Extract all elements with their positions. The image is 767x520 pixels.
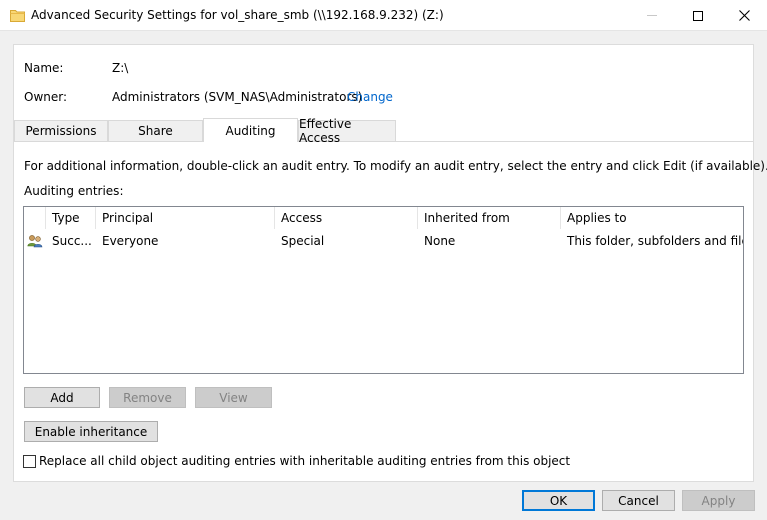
close-icon xyxy=(738,10,750,21)
instructions-text: For additional information, double-click… xyxy=(24,159,767,173)
name-value: Z:\ xyxy=(112,61,129,75)
content-panel: Name: Z:\ Owner: Administrators (SVM_NAS… xyxy=(13,44,767,482)
entry-inherited-from: None xyxy=(424,234,456,248)
owner-label: Owner: xyxy=(24,90,68,104)
change-owner-link[interactable]: Change xyxy=(347,90,393,104)
column-header-inherited-from[interactable]: Inherited from xyxy=(418,207,561,229)
name-label: Name: xyxy=(24,61,64,75)
tab-label: Auditing xyxy=(225,123,276,138)
tab-auditing[interactable]: Auditing xyxy=(203,118,298,142)
enable-inheritance-button[interactable]: Enable inheritance xyxy=(24,421,158,442)
close-button[interactable] xyxy=(721,0,767,31)
column-header-type[interactable]: Type xyxy=(46,207,96,229)
tab-label: Permissions xyxy=(25,124,97,138)
owner-value: Administrators (SVM_NAS\Administrators) xyxy=(112,90,363,104)
tab-share[interactable]: Share xyxy=(108,120,203,141)
replace-child-entries-label[interactable]: Replace all child object auditing entrie… xyxy=(39,454,570,468)
tab-label: Share xyxy=(138,124,173,138)
entry-principal: Everyone xyxy=(102,234,159,248)
maximize-button[interactable] xyxy=(675,0,721,31)
view-button[interactable]: View xyxy=(195,387,272,408)
entry-access: Special xyxy=(281,234,325,248)
tab-label: Effective Access xyxy=(299,117,352,145)
entry-type: Succ... xyxy=(52,234,92,248)
minimize-button[interactable] xyxy=(629,0,675,31)
auditing-entries-label: Auditing entries: xyxy=(24,184,124,198)
remove-button[interactable]: Remove xyxy=(109,387,186,408)
maximize-icon xyxy=(693,10,703,21)
column-header-principal[interactable]: Principal xyxy=(96,207,275,229)
column-header-applies-to[interactable]: Applies to xyxy=(561,207,743,229)
window-title: Advanced Security Settings for vol_share… xyxy=(31,8,444,22)
ok-button[interactable]: OK xyxy=(522,490,595,511)
replace-child-entries-checkbox[interactable] xyxy=(23,455,36,468)
cancel-button[interactable]: Cancel xyxy=(602,490,675,511)
users-icon xyxy=(27,230,47,252)
apply-button[interactable]: Apply xyxy=(682,490,755,511)
minimize-icon xyxy=(647,15,657,16)
tab-permissions[interactable]: Permissions xyxy=(14,120,108,141)
title-bar[interactable]: Advanced Security Settings for vol_share… xyxy=(0,0,767,31)
entry-applies-to: This folder, subfolders and files xyxy=(567,234,743,248)
folder-icon xyxy=(10,8,25,22)
table-row[interactable]: Succ... Everyone Special None This folde… xyxy=(24,230,743,252)
column-header-icon[interactable] xyxy=(24,207,46,229)
column-header-access[interactable]: Access xyxy=(275,207,418,229)
add-button[interactable]: Add xyxy=(24,387,100,408)
auditing-entries-list[interactable]: Type Principal Access Inherited from App… xyxy=(23,206,744,374)
tab-effective-access[interactable]: Effective Access xyxy=(298,117,396,145)
